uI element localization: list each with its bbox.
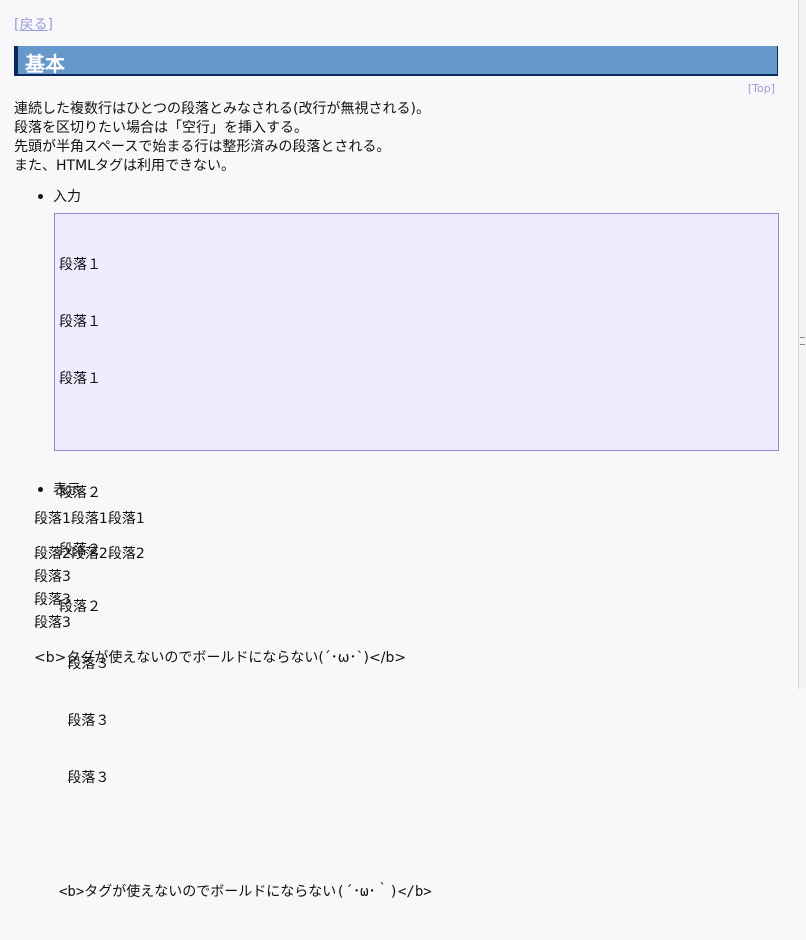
intro-line: 先頭が半角スペースで始まる行は整形済みの段落とされる。 (14, 139, 391, 155)
pre-line: <b>タグが使えないのでボールドにならない(´･ω･｀)</b> (59, 884, 432, 900)
pre-line: 段落１ (59, 257, 101, 273)
output-line: 段落3 (34, 569, 71, 585)
section-title: 基本 (25, 52, 65, 76)
back-link[interactable]: [戻る] (14, 14, 53, 34)
output-line: <b>タグが使えないのでボールドにならない(´･ω･`)</b> (34, 650, 407, 666)
bullet-icon (38, 193, 43, 199)
intro-text: 連続した複数行はひとつの段落とみなされる(改行が無視される)。 段落を区切りたい… (14, 100, 430, 176)
preformatted-input-box: 段落１ 段落１ 段落１ 段落２ 段落２ 段落２ 段落３ 段落３ 段落３ <b>タ… (54, 213, 779, 900)
pre-line: 段落１ (59, 314, 101, 330)
intro-line: 連続した複数行はひとつの段落とみなされる(改行が無視される)。 (14, 101, 430, 117)
scroll-grip-icon[interactable] (800, 337, 805, 345)
input-bullet: 入力 (38, 186, 81, 206)
pre-line: 段落３ (59, 770, 110, 786)
input-label: 入力 (53, 189, 81, 205)
rendered-output: 段落1段落1段落1 段落2段落2段落2 段落3 段落3 段落3 <b>タグが使え… (34, 508, 406, 670)
page: [戻る] 基本 [Top] 連続した複数行はひとつの段落とみなされる(改行が無視… (0, 0, 798, 900)
pre-line: 段落１ (59, 371, 101, 387)
top-link[interactable]: [Top] (748, 82, 775, 95)
output-line: 段落1段落1段落1 (34, 511, 145, 527)
pre-line (59, 826, 774, 845)
intro-line: 段落を区切りたい場合は「空行」を挿入する。 (14, 120, 308, 136)
output-line: 段落2段落2段落2 (34, 546, 145, 562)
section-heading: 基本 (14, 46, 778, 76)
pre-line (59, 427, 774, 446)
intro-line: また、HTMLタグは利用できない。 (14, 158, 235, 174)
pre-line: 段落２ (59, 485, 101, 501)
output-line: 段落3 (34, 615, 71, 631)
display-label: 表示 (53, 482, 81, 498)
vertical-scrollbar[interactable] (798, 0, 806, 689)
display-bullet: 表示 (38, 479, 81, 499)
bullet-icon (38, 486, 43, 492)
pre-line: 段落３ (59, 713, 110, 729)
output-line: 段落3 (34, 592, 71, 608)
